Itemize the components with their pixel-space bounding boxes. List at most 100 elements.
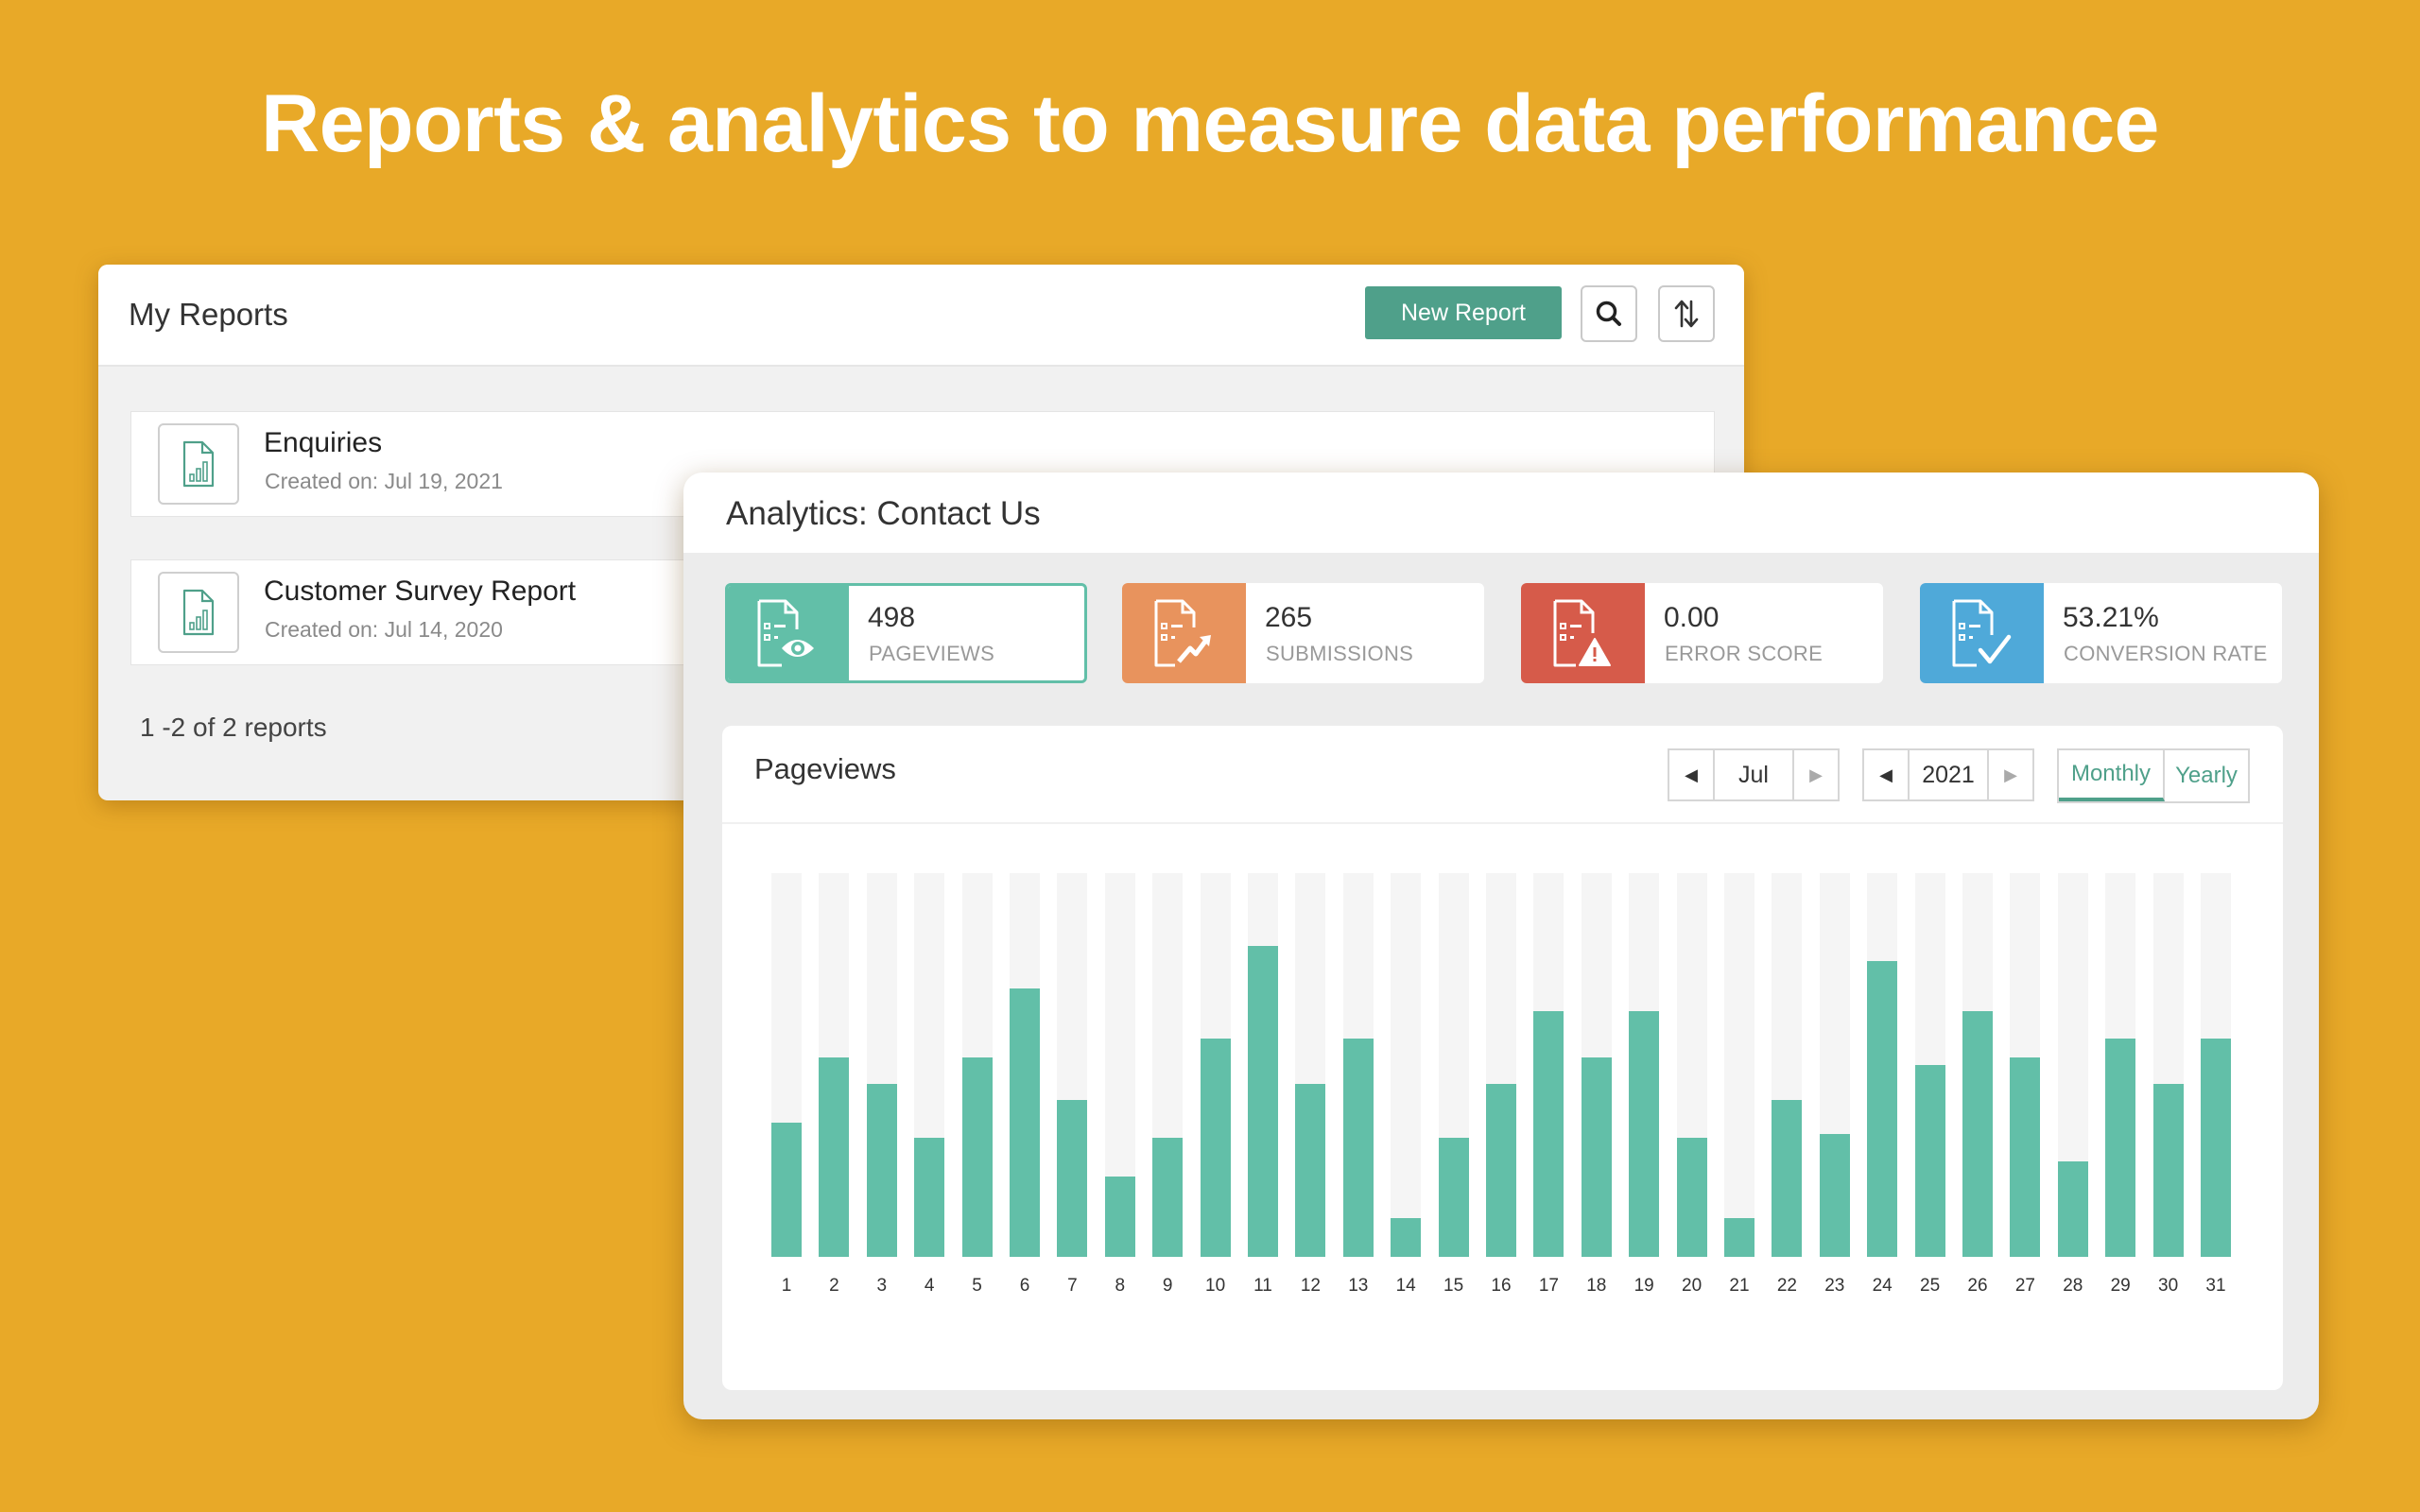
bar-day-3[interactable]: [866, 1084, 897, 1257]
bar-track-day-6[interactable]: [1010, 873, 1040, 1257]
bar-track-day-9[interactable]: [1152, 873, 1184, 1257]
bar-day-17[interactable]: [1533, 1011, 1564, 1257]
report-chart-icon: [182, 440, 215, 488]
bar-day-18[interactable]: [1581, 1057, 1612, 1257]
period-monthly-tab[interactable]: Monthly: [2059, 750, 2165, 801]
bar-track-day-4[interactable]: [914, 873, 945, 1257]
year-value: 2021: [1922, 761, 1975, 788]
stat-card-error-score[interactable]: 0.00 ERROR SCORE: [1521, 583, 1883, 683]
bar-day-30[interactable]: [2152, 1084, 2184, 1257]
bar-day-24[interactable]: [1867, 961, 1898, 1257]
bar-track-day-15[interactable]: [1438, 873, 1469, 1257]
bar-day-11[interactable]: [1248, 946, 1278, 1257]
bar-day-20[interactable]: [1676, 1138, 1707, 1257]
report-name[interactable]: Customer Survey Report: [264, 576, 576, 608]
bar-day-31[interactable]: [2201, 1038, 2231, 1257]
stat-label: ERROR SCORE: [1665, 642, 1824, 665]
stat-icon-box: [1122, 583, 1246, 683]
bar-day-28[interactable]: [2057, 1160, 2088, 1257]
bar-track-day-7[interactable]: [1057, 873, 1088, 1257]
bar-day-25[interactable]: [1914, 1065, 1945, 1257]
bar-track-day-23[interactable]: [1819, 873, 1850, 1257]
bar-track-day-5[interactable]: [961, 873, 993, 1257]
bar-track-day-22[interactable]: [1772, 873, 1803, 1257]
bar-day-8[interactable]: [1104, 1176, 1135, 1257]
bar-track-day-19[interactable]: [1629, 873, 1660, 1257]
report-name[interactable]: Enquiries: [264, 427, 382, 459]
sort-arrows-icon: [1674, 300, 1699, 328]
bar-track-day-1[interactable]: [771, 873, 802, 1257]
x-tick-label: 29: [2110, 1276, 2131, 1296]
pageviews-bar-chart: 1 2 3 4 5 6 7 8 9 10 11 12 13 14 15 16 17 18 19 20 21 22 23 24 2…: [722, 826, 2283, 1390]
bar-track-day-25[interactable]: [1914, 873, 1945, 1257]
year-next-button[interactable]: ▶: [1987, 750, 2032, 799]
bar-day-5[interactable]: [961, 1057, 993, 1257]
chart-title: Pageviews: [754, 752, 896, 785]
x-tick-label: 28: [2063, 1276, 2083, 1296]
month-next-button[interactable]: ▶: [1792, 750, 1838, 799]
stat-value: 498: [868, 602, 916, 633]
bar-day-12[interactable]: [1295, 1084, 1326, 1257]
x-tick-label: 1: [781, 1276, 792, 1296]
bar-track-day-20[interactable]: [1676, 873, 1707, 1257]
bar-day-9[interactable]: [1152, 1138, 1184, 1257]
bar-track-day-8[interactable]: [1104, 873, 1135, 1257]
x-tick-label: 10: [1205, 1276, 1226, 1296]
bar-day-7[interactable]: [1057, 1099, 1088, 1257]
bar-track-day-18[interactable]: [1581, 873, 1612, 1257]
bar-track-day-16[interactable]: [1486, 873, 1516, 1257]
stat-card-pageviews[interactable]: 498 PAGEVIEWS: [725, 583, 1087, 683]
stat-card-submissions[interactable]: 265 SUBMISSIONS: [1122, 583, 1484, 683]
new-report-button[interactable]: New Report: [1365, 286, 1562, 339]
search-button[interactable]: [1581, 285, 1637, 342]
bar-day-2[interactable]: [819, 1057, 850, 1257]
bar-day-19[interactable]: [1629, 1011, 1660, 1257]
bar-track-day-27[interactable]: [2010, 873, 2041, 1257]
year-prev-button[interactable]: ◀: [1864, 750, 1910, 799]
stat-label: PAGEVIEWS: [869, 642, 995, 665]
bar-track-day-12[interactable]: [1295, 873, 1326, 1257]
analytics-header: Analytics: Contact Us: [683, 472, 2319, 553]
month-prev-button[interactable]: ◀: [1669, 750, 1715, 799]
bar-day-26[interactable]: [1962, 1011, 1993, 1257]
bar-day-15[interactable]: [1438, 1138, 1469, 1257]
bar-track-day-11[interactable]: [1248, 873, 1278, 1257]
stat-card-conversion-rate[interactable]: 53.21% CONVERSION RATE: [1920, 583, 2282, 683]
bar-day-10[interactable]: [1200, 1038, 1231, 1257]
bar-track-day-13[interactable]: [1342, 873, 1374, 1257]
stat-value: 53.21%: [2063, 602, 2159, 633]
bar-track-day-28[interactable]: [2057, 873, 2088, 1257]
bar-track-day-21[interactable]: [1724, 873, 1754, 1257]
bar-day-14[interactable]: [1391, 1218, 1422, 1257]
bar-track-day-14[interactable]: [1391, 873, 1422, 1257]
bar-day-1[interactable]: [771, 1122, 802, 1257]
reports-pagination-count: 1 -2 of 2 reports: [140, 713, 327, 742]
bar-day-23[interactable]: [1819, 1134, 1850, 1257]
sort-button[interactable]: [1658, 285, 1715, 342]
bar-day-13[interactable]: [1342, 1038, 1374, 1257]
period-yearly-tab[interactable]: Yearly: [2165, 750, 2248, 801]
bar-track-day-3[interactable]: [866, 873, 897, 1257]
bar-track-day-29[interactable]: [2105, 873, 2136, 1257]
my-reports-title: My Reports: [129, 297, 288, 332]
bar-track-day-24[interactable]: [1867, 873, 1898, 1257]
bar-track-day-10[interactable]: [1200, 873, 1231, 1257]
bar-day-21[interactable]: [1724, 1218, 1754, 1257]
bar-track-day-30[interactable]: [2152, 873, 2184, 1257]
bar-day-16[interactable]: [1486, 1084, 1516, 1257]
bar-day-4[interactable]: [914, 1138, 945, 1257]
bar-track-day-2[interactable]: [819, 873, 850, 1257]
bar-day-22[interactable]: [1772, 1099, 1803, 1257]
x-tick-label: 23: [1824, 1276, 1845, 1296]
bar-track-day-17[interactable]: [1533, 873, 1564, 1257]
bar-track-day-31[interactable]: [2201, 873, 2231, 1257]
bar-day-27[interactable]: [2010, 1057, 2041, 1257]
chart-header: Pageviews ◀ Jul ▶ ◀ 2021 ▶ Monthly Yearl…: [722, 726, 2283, 824]
bar-track-day-26[interactable]: [1962, 873, 1993, 1257]
x-tick-label: 20: [1682, 1276, 1703, 1296]
bar-day-29[interactable]: [2105, 1038, 2136, 1257]
analytics-panel: Analytics: Contact Us 498 PAGEVIEWS 265 …: [683, 472, 2319, 1419]
bar-day-6[interactable]: [1010, 988, 1040, 1257]
x-tick-label: 11: [1253, 1276, 1272, 1296]
page-headline: Reports & analytics to measure data perf…: [261, 78, 2159, 169]
